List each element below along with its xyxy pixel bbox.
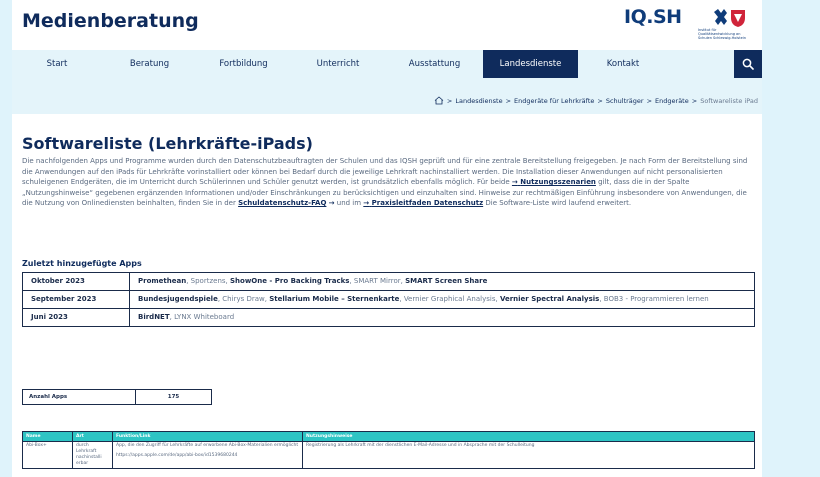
recent-apps-title: Zuletzt hinzugefügte Apps: [22, 259, 142, 268]
search-icon: [742, 58, 754, 70]
app-name: BOB3 - Programmieren lernen: [603, 295, 709, 303]
breadcrumb-separator: >: [505, 96, 512, 105]
app-name: Bundesjugendspiele: [138, 295, 218, 303]
recent-month: September 2023: [22, 290, 130, 309]
link-label: Nutzungsszenarien: [520, 178, 596, 187]
breadcrumb-item[interactable]: Schulträger: [606, 97, 644, 105]
coat-of-arms-icon: [714, 9, 745, 27]
intro-text: Die nachfolgenden Apps und Programme wur…: [22, 156, 754, 209]
app-name: Sportzens: [190, 277, 226, 285]
nav-item-unterricht[interactable]: Unterricht: [290, 50, 386, 78]
app-funktion: App, die den Zugriff für Lehrkräfte auf …: [112, 441, 303, 469]
app-name: SMART Screen Share: [405, 277, 488, 285]
recent-apps-table: Oktober 2023 Promethean, Sportzens, ShowO…: [22, 272, 755, 327]
page: Medienberatung IQ.SH Institut für Qualit…: [12, 0, 762, 477]
praxisleitfaden-datenschutz-link[interactable]: → Praxisleitfaden Datenschutz: [363, 199, 483, 207]
breadcrumb-separator: >: [646, 96, 653, 105]
recent-apps-list: Promethean, Sportzens, ShowOne - Pro Bac…: [129, 272, 755, 291]
table-row: Juni 2023 BirdNET, LYNX Whiteboard: [22, 308, 755, 327]
home-icon[interactable]: [434, 96, 444, 105]
breadcrumb-separator: >: [691, 96, 698, 105]
nav-item-fortbildung[interactable]: Fortbildung: [197, 50, 290, 78]
main-nav: Start Beratung Fortbildung Unterricht Au…: [12, 50, 762, 78]
app-name: Vernier Spectral Analysis: [499, 295, 600, 303]
intro-text-part: und im: [334, 199, 364, 208]
breadcrumb-item[interactable]: Endgeräte für Lehrkräfte: [514, 97, 594, 105]
link-arrow: →: [511, 178, 518, 187]
column-header-name[interactable]: Name: [22, 431, 73, 442]
app-count-table: Anzahl Apps 175: [22, 389, 212, 405]
app-count-label: Anzahl Apps: [22, 389, 136, 405]
app-store-link[interactable]: https://apps.apple.com/de/app/abi-box/id…: [116, 453, 299, 459]
apps-table-header: Name Art Funktion/Link Nutzungshinweise: [22, 431, 755, 442]
table-row: Oktober 2023 Promethean, Sportzens, ShowO…: [22, 272, 755, 291]
app-description: App, die den Zugriff für Lehrkräfte auf …: [116, 443, 299, 448]
breadcrumb-item[interactable]: Endgeräte: [655, 97, 689, 105]
link-arrow: →: [363, 199, 370, 208]
logo-subtitle: Institut für Qualitätsentwicklung an Sch…: [698, 28, 746, 40]
breadcrumb-separator: >: [597, 96, 603, 105]
app-name: Chirys Draw: [222, 295, 265, 303]
recent-month: Juni 2023: [22, 308, 130, 327]
breadcrumb-separator: >: [446, 96, 453, 105]
nav-item-start[interactable]: Start: [12, 50, 102, 78]
table-row: Abi-Box+ durch Lehrkraft nachinstalli er…: [22, 441, 755, 469]
app-name: Promethean: [138, 277, 187, 285]
search-button[interactable]: [734, 50, 762, 78]
nav-item-landesdienste[interactable]: Landesdienste: [483, 50, 578, 78]
apps-table: Name Art Funktion/Link Nutzungshinweise …: [22, 431, 755, 469]
app-hinweise: Registrierung als Lehrkraft mit der dien…: [302, 441, 755, 469]
column-header-funktion[interactable]: Funktion/Link: [112, 431, 303, 442]
schuldatenschutz-faq-link[interactable]: Schuldatenschutz-FAQ: [238, 199, 326, 207]
logo-text: IQ.SH: [624, 6, 682, 28]
iqsh-logo[interactable]: IQ.SH Institut für Qualitätsentwicklung …: [620, 6, 750, 42]
page-title: Softwareliste (Lehrkräfte-iPads): [22, 134, 313, 153]
nav-item-ausstattung[interactable]: Ausstattung: [386, 50, 483, 78]
breadcrumb-current: Softwareliste iPad: [700, 96, 758, 105]
nav-item-kontakt[interactable]: Kontakt: [578, 50, 668, 78]
nav-item-beratung[interactable]: Beratung: [102, 50, 197, 78]
app-name: Vernier Graphical Analysis: [403, 295, 496, 303]
app-count-row: Anzahl Apps 175: [22, 389, 212, 405]
app-name: SMART Mirror: [353, 277, 401, 285]
breadcrumb-item[interactable]: Landesdienste: [455, 97, 502, 105]
breadcrumb: > Landesdienste > Endgeräte für Lehrkräf…: [434, 96, 758, 105]
column-header-hinweise[interactable]: Nutzungshinweise: [302, 431, 755, 442]
table-row: September 2023 Bundesjugendspiele, Chirys…: [22, 290, 755, 309]
recent-month: Oktober 2023: [22, 272, 130, 291]
app-name: LYNX Whiteboard: [174, 313, 235, 321]
site-title[interactable]: Medienberatung: [22, 10, 199, 32]
link-label: Schuldatenschutz-FAQ: [238, 199, 327, 208]
recent-apps-list: Bundesjugendspiele, Chirys Draw, Stellar…: [129, 290, 755, 309]
app-name: Stellarium Mobile – Sternenkarte: [269, 295, 400, 303]
app-name: ShowOne - Pro Backing Tracks: [229, 277, 350, 285]
app-name: Abi-Box+: [22, 441, 73, 469]
intro-text-part: Die Software-Liste wird laufend erweiter…: [483, 199, 632, 208]
column-header-art[interactable]: Art: [72, 431, 113, 442]
app-name: BirdNET: [138, 313, 170, 321]
app-count-value: 175: [135, 389, 212, 405]
nutzungsszenarien-link[interactable]: → Nutzungsszenarien: [512, 178, 596, 186]
link-label: Praxisleitfaden Datenschutz: [371, 199, 484, 208]
app-art: durch Lehrkraft nachinstalli erbar: [72, 441, 113, 469]
recent-apps-list: BirdNET, LYNX Whiteboard: [129, 308, 755, 327]
